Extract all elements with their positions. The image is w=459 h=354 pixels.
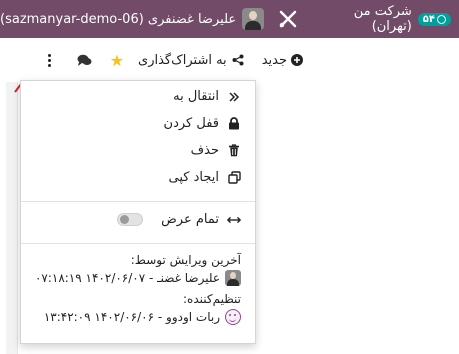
dropdown-divider (21, 201, 255, 202)
last-edited-label: آخرین ویرایش توسط: (130, 253, 241, 267)
top-navbar: ۵۴ شرکت من (تهران) علیرضا غضنفری (sazman… (0, 0, 459, 38)
copy-icon (227, 171, 241, 185)
control-panel: جدید به اشتراک‌گذاری ★ (0, 38, 459, 82)
bot-avatar-icon (225, 309, 241, 325)
organizer-row: ربات اودوو - ۱۴۰۲/۰۶/۰۶ ۱۳:۴۲:۰۹ (44, 309, 241, 325)
plus-circle-icon (291, 54, 303, 66)
comments-icon[interactable] (77, 54, 92, 67)
arrows-horizontal-icon (227, 213, 241, 227)
move-to-item[interactable]: انتقال به (173, 89, 241, 104)
last-edited-row: علیرضا غضنـ - ۱۴۰۲/۰۶/۰۷ ۰۷:۱۸:۱۹ (35, 270, 241, 286)
lock-label: قفل کردن (163, 116, 219, 131)
move-to-label: انتقال به (173, 89, 219, 104)
clock-icon (437, 14, 446, 24)
delete-item[interactable]: حذف (191, 143, 241, 158)
new-button[interactable]: جدید (262, 53, 303, 68)
duplicate-item[interactable]: ایجاد کپی (169, 170, 241, 185)
share-button[interactable]: به اشتراک‌گذاری (138, 53, 244, 68)
user-name: علیرضا غضنفری (sazmanyar-demo-06) (0, 11, 237, 27)
activity-count: ۵۴ (422, 13, 435, 25)
double-chevron-icon (227, 90, 241, 104)
user-menu[interactable]: علیرضا غضنفری (sazmanyar-demo-06) (0, 8, 265, 30)
kebab-menu-icon[interactable] (47, 53, 51, 67)
editor-avatar (225, 270, 241, 286)
last-edited-value: علیرضا غضنـ - ۱۴۰۲/۰۶/۰۷ ۰۷:۱۸:۱۹ (34, 271, 220, 285)
fullwidth-toggle[interactable] (117, 213, 144, 226)
trash-icon (227, 144, 241, 158)
star-icon[interactable]: ★ (110, 51, 124, 70)
new-label: جدید (261, 52, 287, 68)
company-name: شرکت من (تهران) (353, 4, 412, 34)
share-label: به اشتراک‌گذاری (138, 52, 227, 68)
organizer-label: تنظیم‌کننده: (183, 292, 241, 306)
debug-tools-icon[interactable] (278, 8, 298, 30)
delete-label: حذف (190, 143, 219, 158)
company-switcher[interactable]: ۵۴ شرکت من (تهران) (320, 4, 451, 34)
user-avatar (242, 8, 265, 30)
share-icon (232, 54, 244, 66)
fullwidth-label: تمام عرض (161, 212, 219, 227)
dropdown-divider (21, 243, 255, 244)
duplicate-label: ایجاد کپی (168, 170, 219, 185)
lock-icon (227, 117, 241, 131)
activity-badge[interactable]: ۵۴ (417, 12, 451, 26)
organizer-value: ربات اودوو - ۱۴۰۲/۰۶/۰۶ ۱۳:۴۲:۰۹ (43, 310, 220, 324)
lock-item[interactable]: قفل کردن (164, 116, 241, 131)
fullwidth-item[interactable]: تمام عرض (117, 212, 241, 227)
actions-dropdown: انتقال به قفل کردن حذف ایجاد کپی تمام عر… (20, 80, 256, 344)
